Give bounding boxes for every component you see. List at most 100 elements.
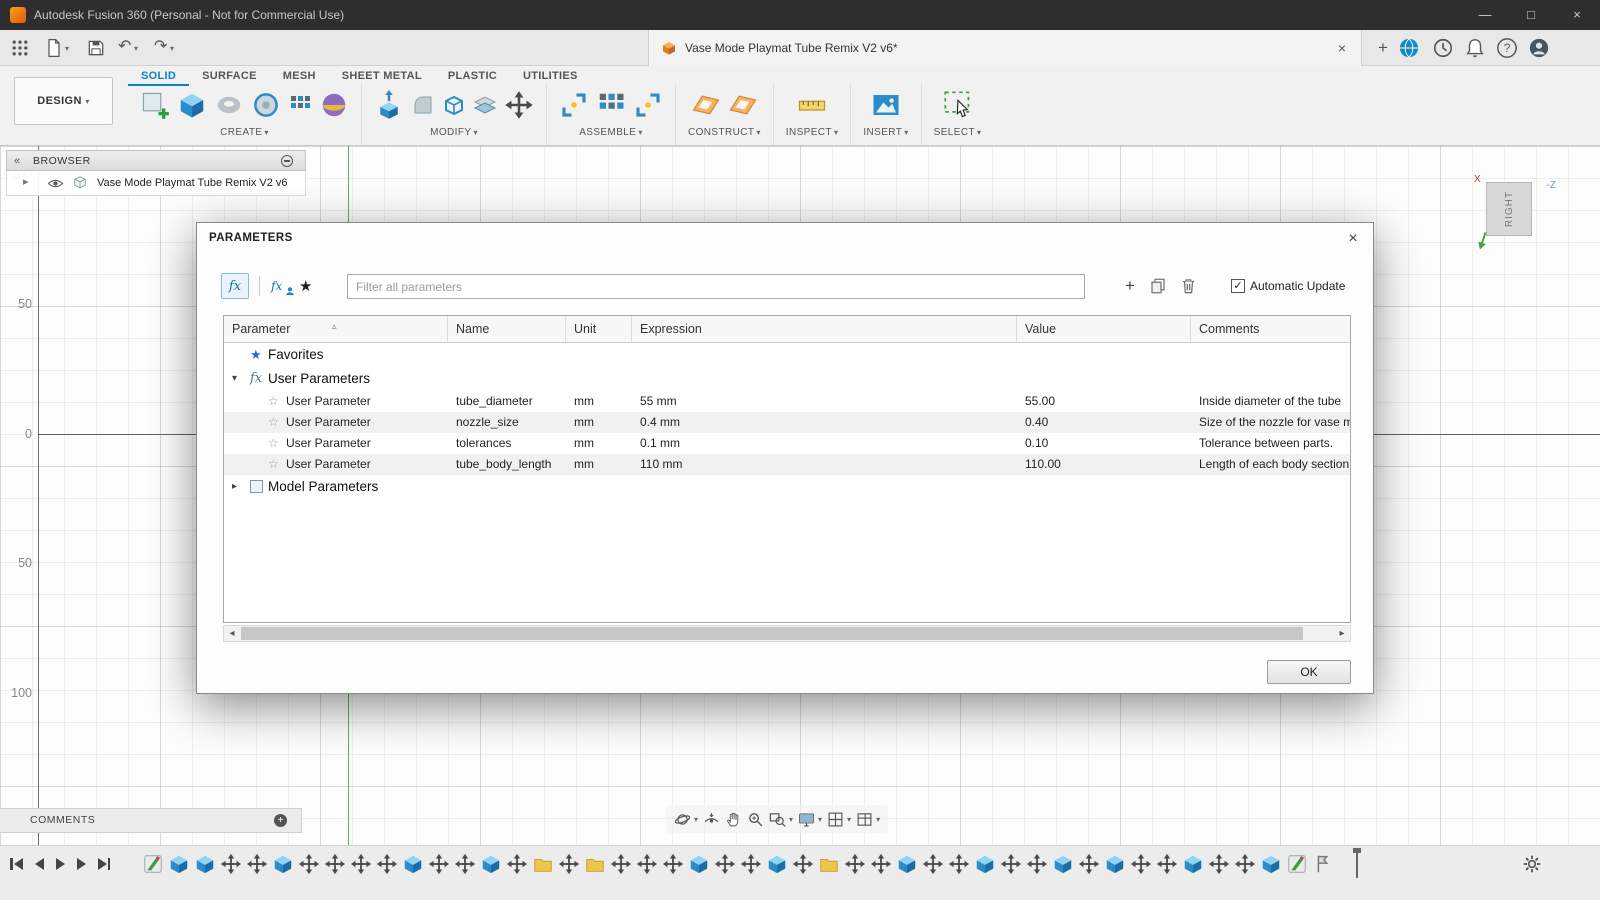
motion-link-icon[interactable] bbox=[633, 90, 663, 120]
timeline-feature-cube-icon[interactable] bbox=[1052, 853, 1074, 875]
timeline-feature-cube-icon[interactable] bbox=[194, 853, 216, 875]
timeline-feature-move-icon[interactable] bbox=[1156, 853, 1178, 875]
viewcube[interactable]: X -Z RIGHT bbox=[1474, 170, 1560, 256]
timeline-position-marker[interactable] bbox=[1356, 850, 1358, 878]
pan-hand-icon[interactable] bbox=[725, 811, 742, 828]
combine-icon[interactable] bbox=[473, 93, 497, 117]
timeline-settings-gear-icon[interactable] bbox=[1522, 854, 1542, 874]
timeline-feature-move-icon[interactable] bbox=[610, 853, 632, 875]
display-settings-icon[interactable] bbox=[798, 811, 815, 828]
timeline-feature-sketch-icon[interactable] bbox=[1286, 853, 1308, 875]
column-header-name[interactable]: Name bbox=[448, 316, 566, 342]
timeline-feature-move-icon[interactable] bbox=[636, 853, 658, 875]
workspace-design-dropdown[interactable]: DESIGN ▾ bbox=[14, 77, 113, 125]
add-comment-icon[interactable]: + bbox=[274, 814, 287, 827]
revolve-icon[interactable] bbox=[214, 90, 244, 120]
go-to-start-button[interactable] bbox=[10, 858, 23, 870]
timeline-feature-cube-icon[interactable] bbox=[974, 853, 996, 875]
tab-sheet-metal[interactable]: SHEET METAL bbox=[329, 69, 435, 84]
save-button[interactable] bbox=[86, 38, 106, 58]
construct-plane-icon[interactable] bbox=[691, 90, 721, 120]
timeline-feature-move-icon[interactable] bbox=[558, 853, 580, 875]
filter-parameters-input[interactable] bbox=[347, 274, 1085, 299]
insert-image-icon[interactable] bbox=[871, 90, 901, 120]
press-pull-icon[interactable] bbox=[374, 90, 404, 120]
fillet-icon[interactable] bbox=[411, 93, 435, 117]
create-group-dropdown[interactable]: CREATE▾ bbox=[220, 127, 269, 138]
collapse-caret-icon[interactable]: ▾ bbox=[232, 367, 237, 391]
extrude-icon[interactable] bbox=[177, 90, 207, 120]
measure-icon[interactable] bbox=[797, 90, 827, 120]
timeline-feature-cube-icon[interactable] bbox=[896, 853, 918, 875]
assemble-group-dropdown[interactable]: ASSEMBLE▾ bbox=[579, 127, 643, 138]
copy-parameter-icon[interactable] bbox=[1149, 277, 1167, 295]
favorite-star-icon[interactable]: ☆ bbox=[268, 433, 279, 454]
visibility-eye-icon[interactable] bbox=[47, 175, 64, 192]
add-parameter-button[interactable]: + bbox=[1119, 273, 1141, 299]
new-component-icon[interactable] bbox=[559, 90, 589, 120]
step-back-button[interactable] bbox=[35, 858, 44, 870]
timeline-feature-move-icon[interactable] bbox=[1078, 853, 1100, 875]
tab-plastic[interactable]: PLASTIC bbox=[435, 69, 510, 84]
ok-button[interactable]: OK bbox=[1267, 660, 1351, 684]
timeline-feature-cube-icon[interactable] bbox=[766, 853, 788, 875]
parameter-row-nozzle-size[interactable]: ☆User Parameter nozzle_size mm 0.4 mm 0.… bbox=[224, 412, 1350, 433]
parameter-row-tube-diameter[interactable]: ☆User Parameter tube_diameter mm 55 mm 5… bbox=[224, 391, 1350, 412]
timeline-feature-cube-icon[interactable] bbox=[688, 853, 710, 875]
model-parameters-filter-button[interactable]: fx bbox=[269, 275, 295, 297]
tab-surface[interactable]: SURFACE bbox=[189, 69, 270, 84]
timeline-feature-move-icon[interactable] bbox=[714, 853, 736, 875]
timeline-feature-flag-icon[interactable] bbox=[1312, 853, 1334, 875]
play-button[interactable] bbox=[56, 858, 65, 870]
parameter-comment[interactable]: Inside diameter of the tube bbox=[1191, 391, 1350, 412]
column-header-comments[interactable]: Comments bbox=[1191, 316, 1350, 342]
parameter-name[interactable]: tolerances bbox=[448, 433, 566, 454]
parameter-row-tube-body-length[interactable]: ☆User Parameter tube_body_length mm 110 … bbox=[224, 454, 1350, 475]
timeline-feature-move-icon[interactable] bbox=[740, 853, 762, 875]
app-menu-grid-icon[interactable] bbox=[10, 38, 30, 58]
construct-axis-icon[interactable] bbox=[728, 90, 758, 120]
scroll-right-arrow-icon[interactable]: ▸ bbox=[1334, 626, 1350, 641]
collapse-browser-icon[interactable]: « bbox=[14, 151, 20, 171]
timeline-feature-folder-icon[interactable] bbox=[532, 853, 554, 875]
comments-panel-bar[interactable]: COMMENTS + bbox=[0, 808, 302, 833]
timeline-feature-cube-icon[interactable] bbox=[480, 853, 502, 875]
column-header-expression[interactable]: Expression bbox=[632, 316, 1017, 342]
favorite-star-icon[interactable]: ☆ bbox=[268, 412, 279, 433]
select-group-dropdown[interactable]: SELECT▾ bbox=[934, 127, 982, 138]
caret-down-icon[interactable]: ▾ bbox=[876, 815, 880, 824]
zoom-window-icon[interactable] bbox=[769, 811, 786, 828]
timeline-feature-move-icon[interactable] bbox=[220, 853, 242, 875]
tab-utilities[interactable]: UTILITIES bbox=[510, 69, 591, 84]
scroll-left-arrow-icon[interactable]: ◂ bbox=[224, 626, 240, 641]
timeline-feature-cube-icon[interactable] bbox=[1104, 853, 1126, 875]
pattern-icon[interactable] bbox=[288, 93, 312, 117]
construct-group-dropdown[interactable]: CONSTRUCT▾ bbox=[688, 127, 761, 138]
timeline-feature-move-icon[interactable] bbox=[662, 853, 684, 875]
file-menu-icon[interactable] bbox=[44, 38, 64, 58]
viewports-icon[interactable] bbox=[856, 811, 873, 828]
timeline-feature-move-icon[interactable] bbox=[792, 853, 814, 875]
scrollbar-thumb[interactable] bbox=[241, 627, 1303, 640]
document-tab[interactable]: Vase Mode Playmat Tube Remix V2 v6* × bbox=[648, 30, 1362, 66]
timeline-feature-move-icon[interactable] bbox=[428, 853, 450, 875]
expand-caret-icon[interactable]: ▸ bbox=[23, 175, 29, 188]
minimize-button[interactable]: — bbox=[1462, 0, 1508, 30]
user-parameters-filter-button[interactable]: fx bbox=[221, 273, 249, 299]
parameter-comment[interactable]: Length of each body section bbox=[1191, 454, 1350, 475]
timeline-feature-move-icon[interactable] bbox=[870, 853, 892, 875]
column-header-unit[interactable]: Unit bbox=[566, 316, 632, 342]
create-form-icon[interactable] bbox=[319, 90, 349, 120]
favorite-star-icon[interactable]: ☆ bbox=[268, 454, 279, 475]
model-parameters-group-row[interactable]: ▸ Model Parameters bbox=[224, 475, 1350, 499]
automatic-update-checkbox[interactable]: ✓ bbox=[1231, 279, 1245, 293]
user-parameters-group-row[interactable]: ▾ fx User Parameters bbox=[224, 367, 1350, 391]
favorites-filter-button[interactable]: ★ bbox=[299, 274, 312, 300]
caret-down-icon[interactable]: ▾ bbox=[694, 815, 698, 824]
orbit-icon[interactable] bbox=[674, 811, 691, 828]
timeline-feature-move-icon[interactable] bbox=[454, 853, 476, 875]
online-status-globe-icon[interactable] bbox=[1398, 37, 1420, 59]
undo-button[interactable]: ↶ bbox=[118, 36, 131, 56]
go-to-end-button[interactable] bbox=[98, 858, 111, 870]
timeline-feature-cube-icon[interactable] bbox=[272, 853, 294, 875]
